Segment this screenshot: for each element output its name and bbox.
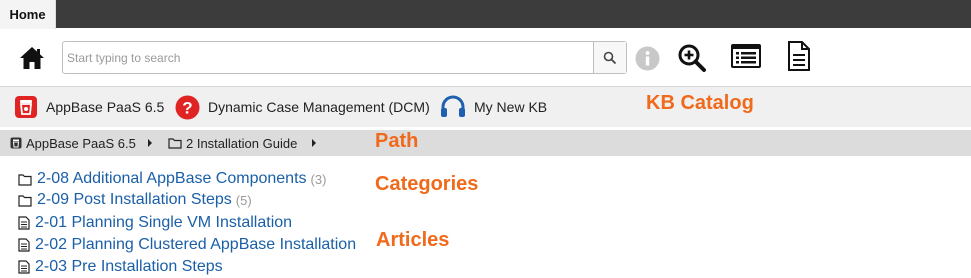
annotation-path: Path xyxy=(375,130,419,152)
article-link[interactable]: 2-03 Pre Installation Steps xyxy=(35,258,223,276)
breadcrumb: AppBase PaaS 6.5 2 Installation Guide Pa… xyxy=(0,130,971,156)
headphones-icon xyxy=(441,95,465,117)
top-tab-bar xyxy=(0,0,971,28)
document-icon[interactable] xyxy=(787,41,811,76)
info-icon[interactable] xyxy=(635,46,660,76)
article-link[interactable]: 2-01 Planning Single VM Installation xyxy=(35,214,292,232)
annotation-articles: Articles xyxy=(376,229,450,251)
article-item[interactable]: 2-03 Pre Installation Steps xyxy=(18,257,223,277)
list-view-icon[interactable] xyxy=(731,44,761,73)
zoom-in-icon[interactable] xyxy=(677,43,707,78)
category-count: (5) xyxy=(235,192,252,208)
annotation-categories: Categories xyxy=(375,173,479,195)
kb-item-label: My New KB xyxy=(474,99,548,115)
breadcrumb-label: AppBase PaaS 6.5 xyxy=(26,135,136,151)
annotation-kb-catalog: KB Catalog xyxy=(646,92,754,114)
document-icon xyxy=(18,216,30,230)
breadcrumb-separator-icon xyxy=(312,139,316,147)
svg-text:?: ? xyxy=(182,98,192,117)
appbase-small-icon xyxy=(10,137,22,149)
article-link[interactable]: 2-02 Planning Clustered AppBase Installa… xyxy=(35,236,356,254)
kb-item-my-new-kb[interactable]: My New KB xyxy=(440,87,547,127)
kb-item-label: AppBase PaaS 6.5 xyxy=(46,99,165,115)
breadcrumb-item-appbase[interactable]: AppBase PaaS 6.5 xyxy=(10,130,136,156)
breadcrumb-item-installation-guide[interactable]: 2 Installation Guide xyxy=(168,130,297,156)
category-item[interactable]: 2-08 Additional AppBase Components (3) xyxy=(18,169,326,189)
category-count: (3) xyxy=(310,171,327,187)
folder-icon xyxy=(18,194,32,207)
home-icon[interactable] xyxy=(18,44,46,72)
article-item[interactable]: 2-02 Planning Clustered AppBase Installa… xyxy=(18,235,356,255)
search-box xyxy=(62,41,627,74)
breadcrumb-separator-icon xyxy=(148,139,152,147)
kb-item-dcm[interactable]: ? Dynamic Case Management (DCM) xyxy=(175,87,430,127)
search-icon xyxy=(603,51,617,64)
folder-icon xyxy=(18,173,32,186)
breadcrumb-label: 2 Installation Guide xyxy=(186,135,298,151)
search-button[interactable] xyxy=(593,42,626,73)
question-icon: ? xyxy=(175,95,200,119)
article-item[interactable]: 2-01 Planning Single VM Installation xyxy=(18,213,292,233)
kb-item-appbase[interactable]: AppBase PaaS 6.5 xyxy=(14,87,164,127)
kb-item-label: Dynamic Case Management (DCM) xyxy=(208,99,430,115)
tab-home[interactable]: Home xyxy=(0,0,56,29)
category-link[interactable]: 2-08 Additional AppBase Components xyxy=(37,170,307,188)
appbase-icon xyxy=(15,96,37,118)
search-input[interactable] xyxy=(63,42,593,73)
folder-icon xyxy=(168,138,182,149)
document-icon xyxy=(18,260,30,274)
document-icon xyxy=(18,238,30,252)
category-link[interactable]: 2-09 Post Installation Steps xyxy=(37,191,232,209)
kb-catalog-bar: AppBase PaaS 6.5 ? Dynamic Case Manageme… xyxy=(0,87,971,127)
toolbar xyxy=(0,29,971,87)
category-item[interactable]: 2-09 Post Installation Steps (5) xyxy=(18,190,252,210)
